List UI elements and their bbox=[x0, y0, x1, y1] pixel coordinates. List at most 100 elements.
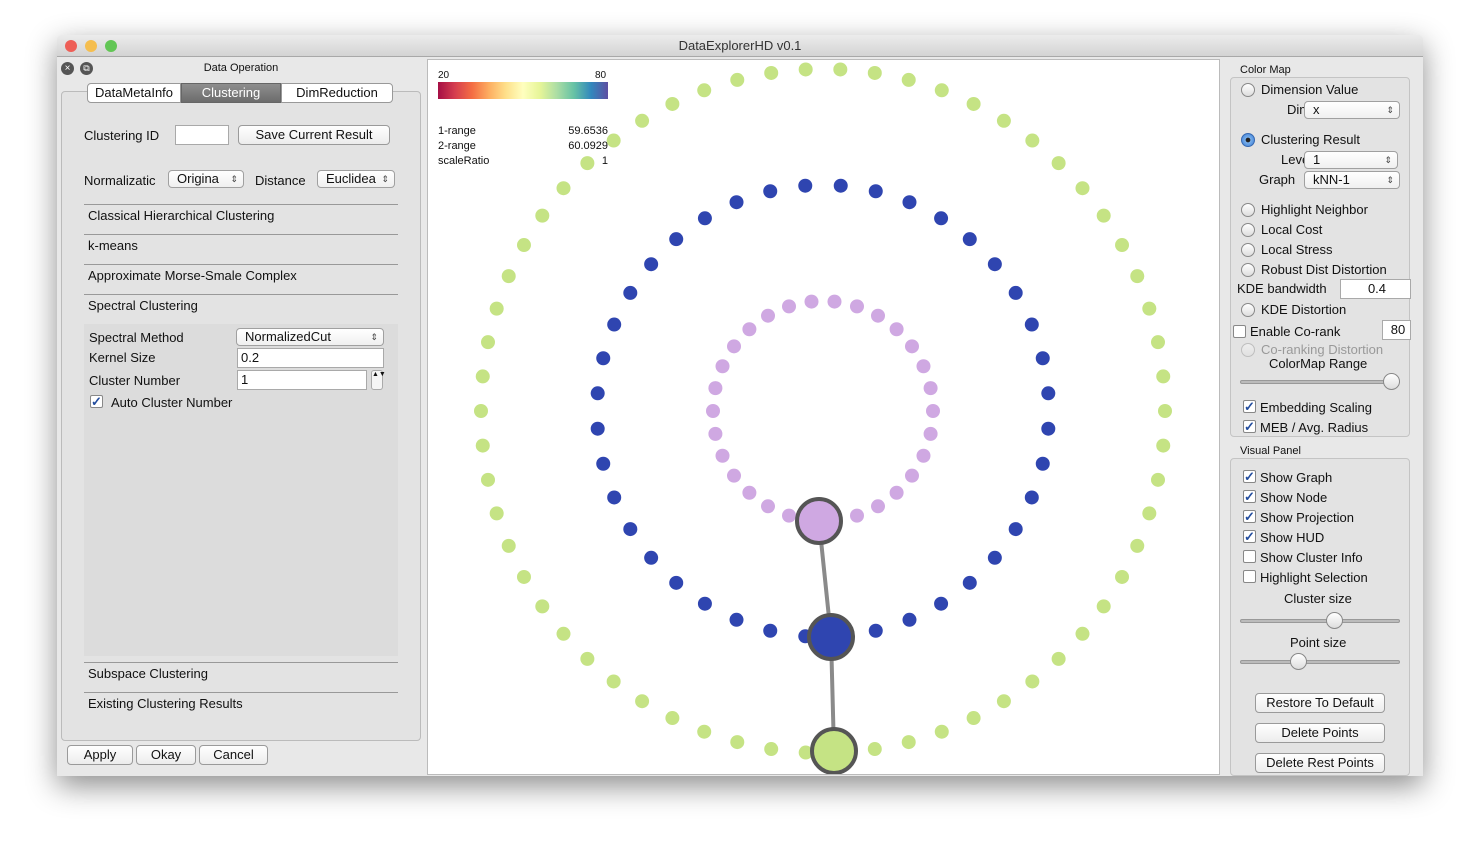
zoom-window-button[interactable] bbox=[105, 40, 117, 52]
show-node-checkbox[interactable]: ✓ bbox=[1243, 490, 1256, 503]
data-point[interactable] bbox=[556, 181, 571, 196]
data-point[interactable] bbox=[934, 724, 949, 739]
data-point[interactable] bbox=[934, 211, 949, 226]
data-point[interactable] bbox=[489, 301, 504, 316]
data-point[interactable] bbox=[782, 508, 797, 523]
data-point[interactable] bbox=[1156, 438, 1171, 453]
data-point[interactable] bbox=[962, 232, 977, 247]
graph-select[interactable]: kNN-1 bbox=[1304, 171, 1400, 189]
minimize-window-button[interactable] bbox=[85, 40, 97, 52]
cluster-size-slider[interactable] bbox=[1240, 612, 1400, 629]
data-point[interactable] bbox=[708, 426, 723, 441]
data-point[interactable] bbox=[596, 456, 611, 471]
highlight-neighbor-radio[interactable] bbox=[1241, 203, 1255, 217]
data-point[interactable] bbox=[916, 359, 931, 374]
data-point[interactable] bbox=[833, 62, 848, 77]
data-point[interactable] bbox=[715, 359, 730, 374]
local-stress-radio[interactable] bbox=[1241, 243, 1255, 257]
auto-cluster-checkbox[interactable]: ✓ bbox=[90, 395, 103, 408]
data-point[interactable] bbox=[606, 133, 621, 148]
data-point[interactable] bbox=[556, 626, 571, 641]
data-point[interactable] bbox=[715, 448, 730, 463]
data-point[interactable] bbox=[934, 596, 949, 611]
data-point[interactable] bbox=[1025, 133, 1040, 148]
data-point[interactable] bbox=[827, 294, 842, 309]
data-point[interactable] bbox=[1142, 301, 1157, 316]
clustering-id-input[interactable] bbox=[175, 125, 229, 145]
data-point[interactable] bbox=[665, 96, 680, 111]
data-point[interactable] bbox=[1115, 569, 1130, 584]
apply-button[interactable]: Apply bbox=[67, 745, 133, 765]
data-point[interactable] bbox=[1130, 538, 1145, 553]
data-point[interactable] bbox=[596, 351, 611, 366]
data-point[interactable] bbox=[475, 369, 490, 384]
data-point[interactable] bbox=[481, 472, 496, 487]
data-point[interactable] bbox=[996, 113, 1011, 128]
data-point[interactable] bbox=[849, 299, 864, 314]
data-point[interactable] bbox=[987, 257, 1002, 272]
show-cluster-info-checkbox[interactable] bbox=[1243, 550, 1256, 563]
tab-clustering[interactable]: Clustering bbox=[181, 83, 281, 103]
embedding-scaling-checkbox[interactable]: ✓ bbox=[1243, 400, 1256, 413]
data-point[interactable] bbox=[764, 65, 779, 80]
data-point[interactable] bbox=[481, 335, 496, 350]
data-point[interactable] bbox=[1075, 626, 1090, 641]
data-point[interactable] bbox=[923, 426, 938, 441]
data-point[interactable] bbox=[868, 623, 883, 638]
section-morse-smale[interactable]: Approximate Morse-Smale Complex bbox=[84, 264, 398, 294]
data-point[interactable] bbox=[867, 65, 882, 80]
data-point[interactable] bbox=[535, 599, 550, 614]
restore-default-button[interactable]: Restore To Default bbox=[1255, 693, 1385, 713]
dim-select[interactable]: x bbox=[1304, 101, 1400, 119]
data-point[interactable] bbox=[1008, 285, 1023, 300]
data-point[interactable] bbox=[916, 448, 931, 463]
data-point[interactable] bbox=[697, 596, 712, 611]
data-point[interactable] bbox=[764, 742, 779, 757]
data-point[interactable] bbox=[708, 381, 723, 396]
data-point[interactable] bbox=[868, 184, 883, 199]
data-point[interactable] bbox=[665, 711, 680, 726]
data-point[interactable] bbox=[763, 623, 778, 638]
coranking-distortion-radio[interactable] bbox=[1241, 343, 1255, 357]
data-point[interactable] bbox=[474, 404, 488, 418]
data-point[interactable] bbox=[1075, 181, 1090, 196]
data-point[interactable] bbox=[590, 386, 605, 401]
data-point[interactable] bbox=[1051, 156, 1066, 171]
data-point[interactable] bbox=[987, 550, 1002, 565]
section-spectral[interactable]: Spectral Clustering bbox=[84, 294, 398, 324]
data-point[interactable] bbox=[902, 195, 917, 210]
data-point[interactable] bbox=[901, 735, 916, 750]
clustering-result-radio[interactable] bbox=[1241, 133, 1255, 147]
data-point[interactable] bbox=[623, 522, 638, 537]
data-point[interactable] bbox=[1008, 522, 1023, 537]
kde-bandwidth-input[interactable]: 0.4 bbox=[1340, 279, 1411, 299]
data-point[interactable] bbox=[761, 499, 775, 514]
colormap-range-slider[interactable] bbox=[1240, 373, 1400, 390]
distance-select[interactable]: Euclidea bbox=[317, 170, 395, 188]
meb-checkbox[interactable]: ✓ bbox=[1243, 420, 1256, 433]
cluster-number-stepper[interactable]: ▲▼ bbox=[371, 370, 386, 390]
data-point[interactable] bbox=[516, 238, 531, 253]
show-graph-checkbox[interactable]: ✓ bbox=[1243, 470, 1256, 483]
data-point[interactable] bbox=[669, 575, 684, 590]
data-point[interactable] bbox=[580, 651, 595, 666]
data-point[interactable] bbox=[966, 96, 981, 111]
data-point[interactable] bbox=[849, 508, 864, 523]
cluster-number-input[interactable]: 1 bbox=[237, 370, 367, 390]
data-point[interactable] bbox=[798, 62, 813, 77]
slider-knob[interactable] bbox=[1290, 653, 1307, 670]
cluster-node[interactable] bbox=[807, 613, 855, 661]
data-point[interactable] bbox=[902, 612, 917, 627]
data-point[interactable] bbox=[635, 694, 650, 709]
data-point[interactable] bbox=[1035, 456, 1050, 471]
slider-knob[interactable] bbox=[1326, 612, 1343, 629]
data-point[interactable] bbox=[623, 285, 638, 300]
data-point[interactable] bbox=[1096, 208, 1111, 223]
delete-points-button[interactable]: Delete Points bbox=[1255, 723, 1385, 743]
corank-input[interactable]: 80 bbox=[1382, 320, 1411, 340]
data-point[interactable] bbox=[1096, 599, 1111, 614]
data-point[interactable] bbox=[1130, 269, 1145, 284]
show-projection-checkbox[interactable]: ✓ bbox=[1243, 510, 1256, 523]
cancel-button[interactable]: Cancel bbox=[199, 745, 268, 765]
data-point[interactable] bbox=[904, 339, 919, 354]
